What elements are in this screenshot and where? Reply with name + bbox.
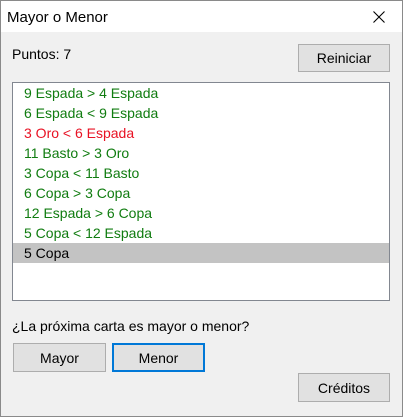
- reset-button[interactable]: Reiniciar: [298, 44, 390, 72]
- list-item[interactable]: 9 Espada > 4 Espada: [13, 83, 389, 103]
- list-item[interactable]: 11 Basto > 3 Oro: [13, 143, 389, 163]
- history-list[interactable]: 9 Espada > 4 Espada 6 Espada < 9 Espada 3 …: [12, 82, 390, 301]
- list-item[interactable]: 3 Oro < 6 Espada: [13, 123, 389, 143]
- credits-button[interactable]: Créditos: [298, 373, 390, 402]
- list-item[interactable]: 6 Copa > 3 Copa: [13, 183, 389, 203]
- list-item[interactable]: 6 Espada < 9 Espada: [13, 103, 389, 123]
- mayor-button[interactable]: Mayor: [13, 343, 106, 372]
- close-button[interactable]: [356, 1, 402, 32]
- window-title: Mayor o Menor: [7, 9, 108, 26]
- list-item[interactable]: 12 Espada > 6 Copa: [13, 203, 389, 223]
- list-item[interactable]: 5 Copa: [13, 243, 389, 263]
- close-icon: [373, 10, 385, 23]
- list-item[interactable]: 3 Copa < 11 Basto: [13, 163, 389, 183]
- score-label: Puntos: 7: [12, 46, 72, 62]
- menor-button[interactable]: Menor: [112, 343, 205, 372]
- main-window: Mayor o Menor Puntos: 7 Reiniciar 9 Espa…: [0, 0, 403, 417]
- title-bar[interactable]: Mayor o Menor: [1, 1, 402, 32]
- list-item[interactable]: 5 Copa < 12 Espada: [13, 223, 389, 243]
- question-label: ¿La próxima carta es mayor o menor?: [12, 318, 250, 334]
